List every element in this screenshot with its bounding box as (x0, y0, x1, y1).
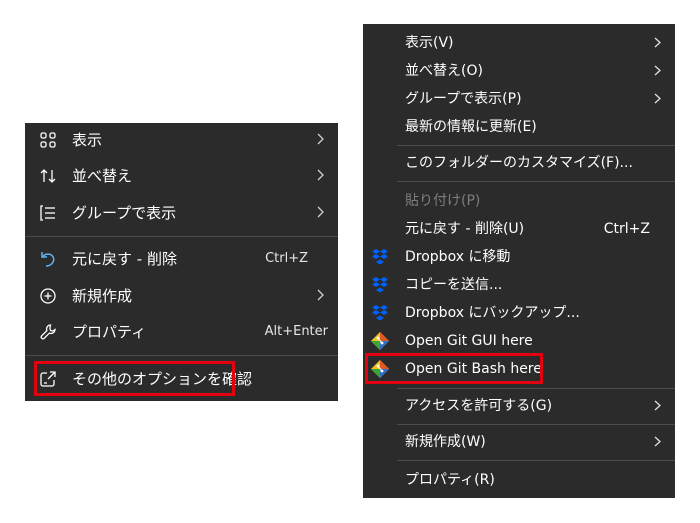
menu-item-group-by[interactable]: グループで表示(P) (363, 85, 675, 113)
highlight-box (365, 353, 543, 384)
menu-item-label: コピーを送信... (405, 277, 503, 293)
menu-item-customize-folder[interactable]: このフォルダーのカスタマイズ(F)... (363, 149, 675, 177)
menu-separator (397, 388, 675, 389)
undo-icon (39, 250, 57, 268)
menu-item-label: グループで表示(P) (405, 91, 522, 107)
chevron-right-icon (315, 288, 325, 302)
menu-separator (397, 145, 675, 146)
classic-context-menu: 表示(V) 並べ替え(O) グループで表示(P) 最新の情報に更新(E) このフ… (363, 24, 675, 498)
chevron-right-icon (315, 205, 325, 219)
menu-item-backup-to-dropbox[interactable]: Dropbox にバックアップ... (363, 299, 675, 327)
shortcut-text: Ctrl+Z (603, 221, 650, 237)
menu-item-new[interactable]: 新規作成(W) (363, 428, 675, 456)
menu-item-label: Dropbox に移動 (405, 249, 511, 265)
chevron-right-icon (653, 64, 662, 77)
highlight-box (34, 361, 235, 396)
menu-item-label: グループで表示 (72, 204, 177, 222)
menu-item-label: 表示 (72, 131, 103, 149)
menu-item-label: アクセスを許可する(G) (405, 398, 553, 414)
menu-item-undo-delete[interactable]: 元に戻す - 削除 Ctrl+Z (25, 242, 338, 276)
menu-separator (25, 236, 338, 237)
menu-item-label: Dropbox にバックアップ... (405, 305, 580, 321)
menu-item-label: 元に戻す - 削除(U) (405, 221, 525, 237)
chevron-right-icon (653, 92, 662, 105)
dropbox-icon (370, 247, 390, 267)
menu-item-label: 貼り付け(P) (405, 193, 481, 209)
grid-view-icon (39, 131, 57, 149)
menu-item-refresh[interactable]: 最新の情報に更新(E) (363, 113, 675, 141)
menu-item-open-git-gui[interactable]: Open Git GUI here (363, 327, 675, 355)
menu-item-give-access[interactable]: アクセスを許可する(G) (363, 392, 675, 420)
menu-item-group-by[interactable]: グループで表示 (25, 196, 338, 230)
chevron-right-icon (653, 36, 662, 49)
sort-arrows-icon (39, 167, 57, 185)
menu-separator (397, 181, 675, 182)
menu-item-label: このフォルダーのカスタマイズ(F)... (405, 155, 633, 171)
menu-item-move-to-dropbox[interactable]: Dropbox に移動 (363, 243, 675, 271)
wrench-icon (39, 323, 57, 341)
menu-item-label: Open Git GUI here (405, 333, 533, 349)
menu-item-sort[interactable]: 並べ替え (25, 159, 338, 193)
menu-separator (397, 424, 675, 425)
chevron-right-icon (653, 399, 662, 412)
group-list-icon (39, 204, 57, 222)
dropbox-icon (370, 303, 390, 323)
menu-item-properties[interactable]: プロパティ(R) (363, 466, 675, 494)
menu-item-new[interactable]: 新規作成 (25, 279, 338, 313)
menu-item-label: 新規作成(W) (405, 434, 486, 450)
shortcut-text: Alt+Enter (264, 324, 328, 339)
menu-item-send-copy[interactable]: コピーを送信... (363, 271, 675, 299)
git-icon (370, 331, 390, 351)
menu-item-undo-delete[interactable]: 元に戻す - 削除(U) Ctrl+Z (363, 215, 675, 243)
menu-item-sort[interactable]: 並べ替え(O) (363, 57, 675, 85)
menu-item-properties[interactable]: プロパティ Alt+Enter (25, 315, 338, 349)
dropbox-icon (370, 275, 390, 295)
menu-item-label: 新規作成 (72, 287, 133, 305)
menu-separator (397, 460, 675, 461)
menu-item-label: 並べ替え(O) (405, 63, 483, 79)
shortcut-text: Ctrl+Z (265, 251, 308, 266)
new-plus-icon (39, 287, 57, 305)
menu-item-label: 元に戻す - 削除 (72, 250, 177, 268)
chevron-right-icon (315, 168, 325, 182)
menu-separator (25, 355, 338, 356)
menu-item-label: 表示(V) (405, 35, 454, 51)
menu-item-view[interactable]: 表示(V) (363, 29, 675, 57)
modern-context-menu: 表示 並べ替え グループで表示 元に戻す - 削除 Ctrl+Z 新規作成 プロ… (25, 123, 338, 401)
menu-item-label: 最新の情報に更新(E) (405, 119, 537, 135)
menu-item-label: 並べ替え (72, 167, 133, 185)
menu-item-view[interactable]: 表示 (25, 123, 338, 157)
menu-item-label: プロパティ(R) (405, 472, 495, 488)
chevron-right-icon (315, 132, 325, 146)
chevron-right-icon (653, 435, 662, 448)
menu-item-paste: 貼り付け(P) (363, 187, 675, 215)
menu-item-label: プロパティ (72, 323, 147, 341)
